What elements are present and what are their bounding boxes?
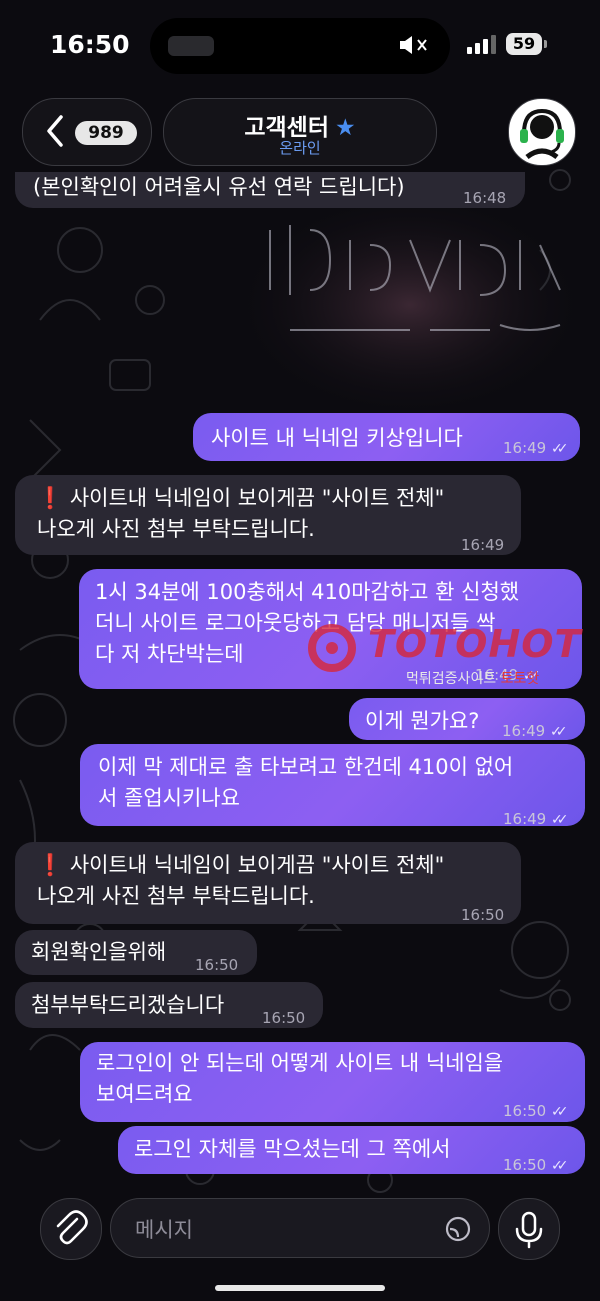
outgoing-message[interactable]: 이제 막 제대로 출 타보려고 한건데 410이 없어서 졸업시키나요 16:49… (80, 744, 585, 828)
incoming-message[interactable]: ❗ 사이트내 닉네임이 보이게끔 "사이트 전체" 나오게 사진 첨부 부탁드립… (15, 475, 521, 555)
message-input-box[interactable] (110, 1198, 490, 1258)
message-text-rest: 사이트내 닉네임이 보이게끔 "사이트 전체" (63, 486, 445, 510)
read-check-icon: ✓✓ (551, 1158, 569, 1174)
battery-tip (544, 40, 547, 48)
watermark: TOTOHOT 먹튀검증사이트 토토핫 (296, 612, 596, 692)
message-input[interactable] (133, 1213, 437, 1247)
outgoing-message[interactable]: 사이트 내 닉네임 키상입니다 16:49 ✓✓ (193, 413, 580, 461)
sticker-icon[interactable] (444, 1215, 472, 1243)
message-text: 보여드려요 (96, 1082, 193, 1106)
outgoing-message[interactable]: 로그인 자체를 막으셨는데 그 쪽에서 16:50 ✓✓ (118, 1126, 585, 1174)
signal-icon (467, 35, 496, 54)
unread-count-badge: 989 (75, 121, 137, 145)
attach-button[interactable] (40, 1198, 102, 1260)
headset-icon (520, 108, 564, 160)
message-text: ❗ 사이트내 닉네임이 보이게끔 "사이트 전체" (37, 483, 444, 514)
message-time: 16:49 (503, 810, 547, 828)
status-bar: 16:50 59 (0, 0, 600, 90)
message-text: 이제 막 제대로 출 타보려고 한건데 410이 없어 (98, 755, 514, 779)
message-time: 16:49 (461, 536, 505, 554)
message-text: 서 졸업시키나요 (98, 786, 240, 810)
message-text-rest: 사이트내 닉네임이 보이게끔 "사이트 전체" (63, 853, 445, 877)
message-text: 1시 34분에 100충해서 410마감하고 환 신청했 (95, 580, 520, 604)
watermark-logo-icon (308, 624, 356, 672)
paperclip-icon (56, 1210, 88, 1245)
exclamation-icon: ❗ (37, 853, 64, 877)
voice-button[interactable] (498, 1198, 560, 1260)
watermark-caption: 먹튀검증사이트 토토핫 (406, 671, 540, 687)
incoming-message[interactable]: 회원확인을위해 16:50 (15, 930, 257, 975)
message-text: 나오게 사진 첨부 부탁드립니다. (37, 517, 315, 541)
message-time: 16:50 (195, 956, 239, 974)
read-check-icon: ✓✓ (551, 1104, 569, 1120)
message-text: 사이트 내 닉네임 키상입니다 (211, 426, 463, 450)
message-text: 첨부부탁드리겠습니다 (31, 993, 225, 1017)
message-text: 나오게 사진 첨부 부탁드립니다. (37, 884, 315, 908)
incoming-message[interactable]: (본인확인이 어려울시 유선 연락 드립니다) 16:48 (15, 172, 525, 208)
live-activity-icon (168, 36, 214, 56)
message-text: 이게 뭔가요? (365, 709, 480, 733)
message-text: ❗ 사이트내 닉네임이 보이게끔 "사이트 전체" (37, 850, 444, 881)
message-time: 16:50 (461, 906, 505, 924)
message-text: 회원확인을위해 (31, 940, 167, 964)
message-time: 16:48 (463, 189, 507, 207)
exclamation-icon: ❗ (37, 486, 64, 510)
back-chevron-icon (47, 115, 63, 147)
outgoing-message[interactable]: 이게 뭔가요? 16:49 ✓✓ (349, 698, 585, 740)
message-text: 로그인 자체를 막으셨는데 그 쪽에서 (134, 1137, 451, 1161)
message-text: 로그인이 안 되는데 어떻게 사이트 내 닉네임을 (96, 1051, 504, 1075)
home-indicator (215, 1285, 385, 1291)
message-time: 16:50 (503, 1156, 547, 1174)
online-status: 온라인 (279, 139, 321, 157)
read-check-icon: ✓✓ (551, 812, 569, 828)
mute-bell-icon (400, 36, 427, 54)
incoming-message[interactable]: 첨부부탁드리겠습니다 16:50 (15, 982, 323, 1028)
incoming-message[interactable]: ❗ 사이트내 닉네임이 보이게끔 "사이트 전체" 나오게 사진 첨부 부탁드립… (15, 842, 521, 924)
message-time: 16:50 (503, 1102, 547, 1120)
read-check-icon: ✓✓ (551, 441, 569, 457)
chat-title-button[interactable]: 고객센터 ★ 온라인 (163, 98, 437, 166)
message-text: 다 저 차단박는데 (95, 642, 244, 666)
microphone-icon (515, 1211, 543, 1249)
battery-level: 59 (506, 33, 542, 55)
message-time: 16:49 (503, 439, 547, 457)
watermark-logo: TOTOHOT (368, 622, 582, 666)
back-button[interactable]: 989 (22, 98, 152, 166)
avatar[interactable] (508, 98, 576, 166)
clock: 16:50 (50, 30, 130, 59)
message-time: 16:49 (502, 722, 546, 740)
outgoing-message[interactable]: 로그인이 안 되는데 어떻게 사이트 내 닉네임을보여드려요 16:50 ✓✓ (80, 1042, 585, 1122)
message-text: (본인확인이 어려울시 유선 연락 드립니다) (33, 175, 405, 199)
message-time: 16:50 (262, 1009, 306, 1027)
